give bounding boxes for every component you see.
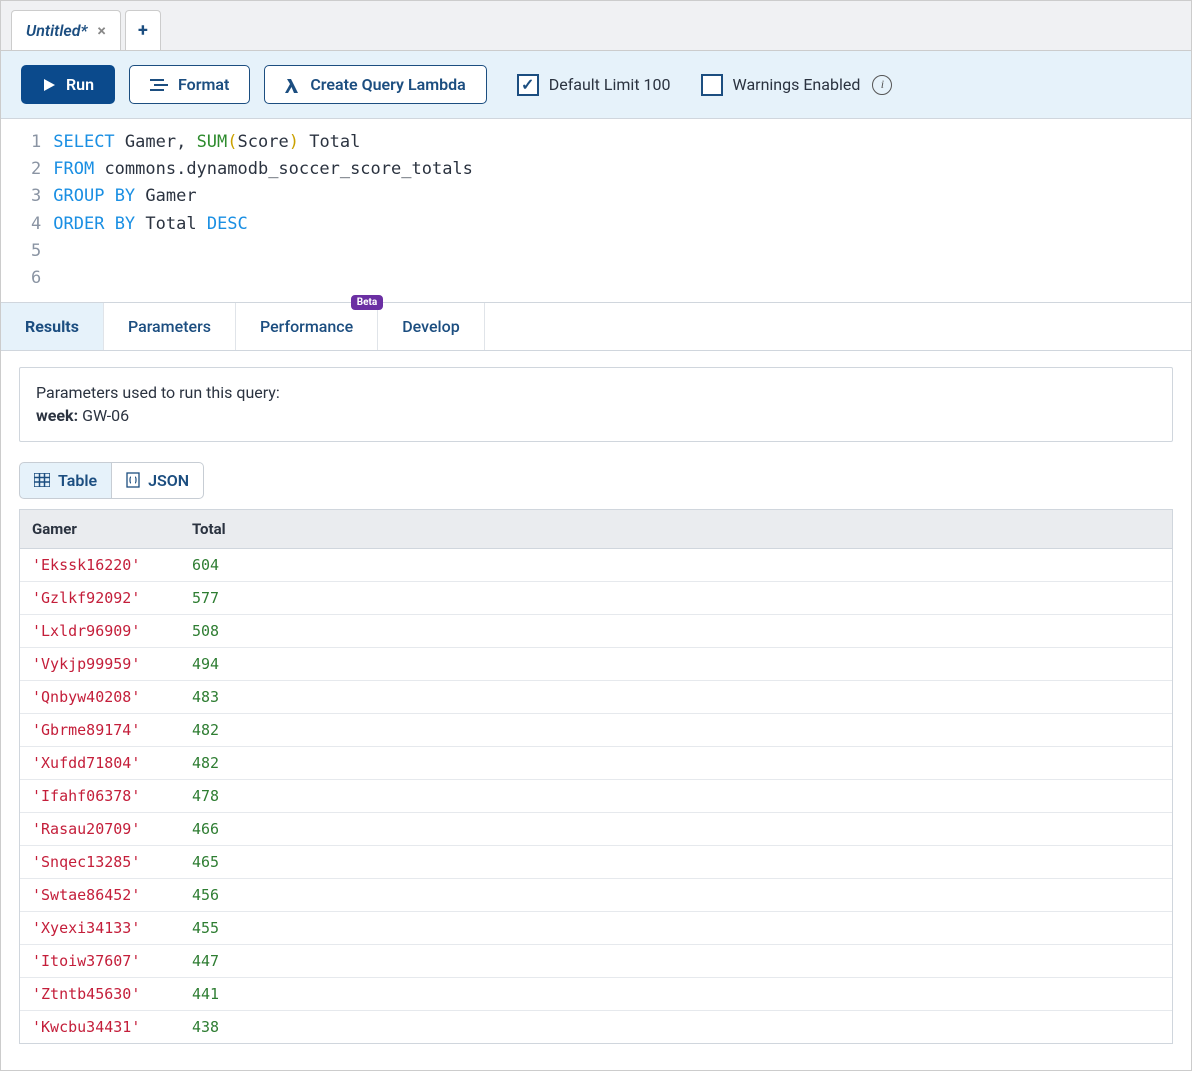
cell-gamer: 'Gzlkf92092' [20,582,180,614]
cell-gamer: 'Xyexi34133' [20,912,180,944]
tab-parameters-label: Parameters [128,317,211,336]
cell-total: 604 [180,549,1172,581]
format-button-label: Format [178,75,229,94]
table-row[interactable]: 'Swtae86452'456 [20,879,1172,912]
results-tabbar: Results Parameters Performance Beta Deve… [1,302,1191,351]
line-gutter: 123456 [1,119,53,302]
cell-gamer: 'Qnbyw40208' [20,681,180,713]
json-icon [126,472,140,488]
table-row[interactable]: 'Vykjp99959'494 [20,648,1172,681]
view-json-button[interactable]: JSON [112,462,204,499]
lambda-icon [285,77,300,93]
close-icon[interactable]: × [97,21,106,40]
table-row[interactable]: 'Ekssk16220'604 [20,549,1172,582]
parameters-used-box: Parameters used to run this query: week:… [19,367,1173,442]
code-content: SELECT Gamer, SUM(Score) Total FROM comm… [53,119,473,302]
parameter-value: GW-06 [82,406,129,425]
cell-total: 456 [180,879,1172,911]
tab-develop-label: Develop [402,317,459,336]
cell-gamer: 'Lxldr96909' [20,615,180,647]
table-row[interactable]: 'Itoiw37607'447 [20,945,1172,978]
tab-results[interactable]: Results [1,303,104,350]
play-icon [42,78,56,92]
checkbox-icon [517,74,539,96]
table-row[interactable]: 'Qnbyw40208'483 [20,681,1172,714]
plus-icon: + [138,20,148,41]
view-table-button[interactable]: Table [19,462,112,499]
tab-performance-label: Performance [260,317,353,336]
info-icon[interactable]: i [872,75,892,95]
default-limit-checkbox-wrap[interactable]: Default Limit 100 [517,74,671,96]
parameter-key: week: [36,406,78,425]
cell-total: 466 [180,813,1172,845]
cell-gamer: 'Gbrme89174' [20,714,180,746]
cell-gamer: 'Xufdd71804' [20,747,180,779]
table-icon [34,473,50,487]
cell-total: 577 [180,582,1172,614]
cell-total: 482 [180,747,1172,779]
query-toolbar: Run Format Create Query Lambda Default L… [1,51,1191,119]
view-table-label: Table [58,471,97,490]
cell-total: 441 [180,978,1172,1010]
create-query-lambda-button[interactable]: Create Query Lambda [264,65,486,104]
table-row[interactable]: 'Ztntb45630'441 [20,978,1172,1011]
run-button-label: Run [66,75,94,94]
cell-gamer: 'Ifahf06378' [20,780,180,812]
table-row[interactable]: 'Snqec13285'465 [20,846,1172,879]
table-row[interactable]: 'Rasau20709'466 [20,813,1172,846]
create-query-lambda-label: Create Query Lambda [310,75,465,94]
cell-total: 465 [180,846,1172,878]
sql-editor[interactable]: 123456 SELECT Gamer, SUM(Score) Total FR… [1,119,1191,302]
warnings-enabled-label: Warnings Enabled [733,75,861,94]
checkbox-icon [701,74,723,96]
cell-total: 508 [180,615,1172,647]
table-row[interactable]: 'Gzlkf92092'577 [20,582,1172,615]
table-row[interactable]: 'Xyexi34133'455 [20,912,1172,945]
cell-gamer: 'Ztntb45630' [20,978,180,1010]
parameters-intro: Parameters used to run this query: [36,382,1156,404]
results-table: Gamer Total 'Ekssk16220'604'Gzlkf92092'5… [19,509,1173,1044]
table-row[interactable]: 'Ifahf06378'478 [20,780,1172,813]
column-header-total[interactable]: Total [180,510,1172,548]
editor-tab-title: Untitled* [26,21,87,40]
view-json-label: JSON [148,471,189,490]
cell-gamer: 'Kwcbu34431' [20,1011,180,1043]
tab-performance[interactable]: Performance Beta [236,303,378,350]
tab-parameters[interactable]: Parameters [104,303,236,350]
column-header-gamer[interactable]: Gamer [20,510,180,548]
warnings-enabled-checkbox-wrap[interactable]: Warnings Enabled i [701,74,893,96]
cell-gamer: 'Itoiw37607' [20,945,180,977]
format-icon [150,78,168,92]
cell-total: 482 [180,714,1172,746]
editor-tab-active[interactable]: Untitled* × [11,10,121,50]
format-button[interactable]: Format [129,65,250,104]
cell-total: 478 [180,780,1172,812]
cell-gamer: 'Snqec13285' [20,846,180,878]
cell-gamer: 'Rasau20709' [20,813,180,845]
app-root: Untitled* × + Run Format Create Query La… [0,0,1192,1071]
cell-total: 455 [180,912,1172,944]
cell-total: 494 [180,648,1172,680]
table-header: Gamer Total [20,510,1172,549]
table-row[interactable]: 'Xufdd71804'482 [20,747,1172,780]
editor-tabbar: Untitled* × + [1,1,1191,51]
cell-gamer: 'Swtae86452' [20,879,180,911]
new-tab-button[interactable]: + [125,10,161,50]
table-row[interactable]: 'Kwcbu34431'438 [20,1011,1172,1043]
default-limit-label: Default Limit 100 [549,75,671,94]
run-button[interactable]: Run [21,65,115,104]
cell-gamer: 'Ekssk16220' [20,549,180,581]
tab-results-label: Results [25,317,79,336]
tab-develop[interactable]: Develop [378,303,484,350]
cell-total: 447 [180,945,1172,977]
table-row[interactable]: 'Gbrme89174'482 [20,714,1172,747]
cell-total: 438 [180,1011,1172,1043]
cell-total: 483 [180,681,1172,713]
cell-gamer: 'Vykjp99959' [20,648,180,680]
table-body: 'Ekssk16220'604'Gzlkf92092'577'Lxldr9690… [20,549,1172,1043]
table-row[interactable]: 'Lxldr96909'508 [20,615,1172,648]
result-view-toggle: Table JSON [19,462,1173,499]
